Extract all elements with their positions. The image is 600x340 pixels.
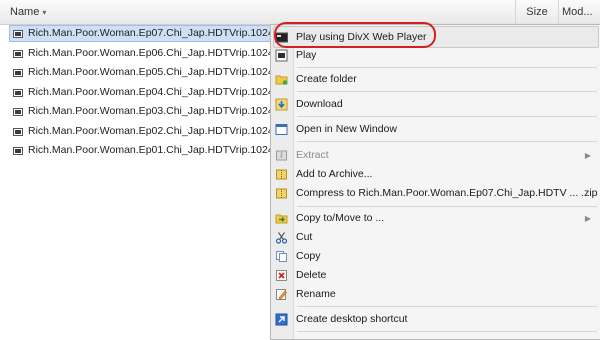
menu-separator xyxy=(297,331,597,332)
menu-item-label: Add to Archive... xyxy=(296,168,373,180)
menu-item-copy-move-to[interactable]: Copy to/Move to ... ▶ xyxy=(271,209,600,228)
new-window-icon xyxy=(275,124,288,135)
menu-item-label: Create desktop shortcut xyxy=(296,313,408,325)
menu-item-open-new-window[interactable]: Open in New Window xyxy=(271,120,600,139)
menu-separator xyxy=(297,206,597,207)
column-name-label: Name xyxy=(10,6,40,18)
menu-item-label: Delete xyxy=(296,269,327,281)
extract-archive-icon xyxy=(276,150,287,161)
submenu-arrow-icon: ▶ xyxy=(584,214,591,223)
shortcut-arrow-icon xyxy=(275,313,288,326)
menu-item-create-folder[interactable]: Create folder xyxy=(271,70,600,89)
column-modified-header[interactable]: Mod... xyxy=(558,0,600,24)
video-file-icon xyxy=(13,127,23,136)
menu-item-create-desktop-shortcut[interactable]: Create desktop shortcut xyxy=(271,310,600,329)
menu-separator xyxy=(297,91,597,92)
video-file-icon xyxy=(13,88,23,97)
file-name: Rich.Man.Poor.Woman.Ep02.Chi_Jap.HDTVrip… xyxy=(28,124,281,137)
video-file-icon xyxy=(13,147,23,155)
menu-separator xyxy=(297,141,597,142)
menu-item-label: Cut xyxy=(296,231,313,243)
menu-item-label: Copy to/Move to ... xyxy=(296,212,385,224)
menu-item-rename[interactable]: Rename xyxy=(271,285,600,304)
menu-item-compress-to[interactable]: Compress to Rich.Man.Poor.Woman.Ep07.Chi… xyxy=(271,184,600,203)
menu-item-label: Copy xyxy=(296,250,321,262)
menu-item-label: Create folder xyxy=(296,73,357,85)
menu-item-label: Compress to Rich.Man.Poor.Woman.Ep07.Chi… xyxy=(296,187,598,199)
menu-item-label: Rename xyxy=(296,288,336,300)
video-file-icon xyxy=(13,30,23,38)
menu-item-extract[interactable]: Extract ▶ xyxy=(271,146,600,165)
menu-item-label: Open in New Window xyxy=(296,123,397,135)
menu-separator xyxy=(297,116,597,117)
video-file-icon xyxy=(13,49,23,58)
file-name: Rich.Man.Poor.Woman.Ep01.Chi_Jap.HDTVrip… xyxy=(28,144,281,156)
file-name: Rich.Man.Poor.Woman.Ep04.Chi_Jap.HDTVrip… xyxy=(28,85,281,98)
column-name-header[interactable]: Name ▾ xyxy=(0,0,516,24)
menu-item-play[interactable]: Play xyxy=(271,46,600,65)
menu-separator xyxy=(297,67,597,68)
context-menu: Play using DivX Web Player Play Create f… xyxy=(270,24,600,340)
highlight-annotation-oval xyxy=(274,22,436,48)
column-size-header[interactable]: Size xyxy=(516,0,559,24)
archive-add-icon xyxy=(276,169,287,180)
copy-move-icon xyxy=(275,214,288,224)
menu-item-label: Play xyxy=(296,49,317,61)
copy-icon xyxy=(276,251,287,262)
video-file-icon xyxy=(13,69,23,77)
video-file-icon xyxy=(13,108,23,116)
submenu-arrow-icon: ▶ xyxy=(584,151,591,160)
menu-item-delete[interactable]: Delete xyxy=(271,266,600,285)
zip-archive-icon xyxy=(276,188,287,199)
menu-item-copy[interactable]: Copy xyxy=(271,247,600,266)
download-icon xyxy=(275,98,288,111)
menu-item-download[interactable]: Download xyxy=(271,95,600,114)
file-name: Rich.Man.Poor.Woman.Ep06.Chi_Jap.HDTVrip… xyxy=(28,46,281,59)
menu-item-add-to-archive[interactable]: Add to Archive... xyxy=(271,165,600,184)
menu-separator xyxy=(297,306,597,307)
file-name: Rich.Man.Poor.Woman.Ep07.Chi_Jap.HDTVrip… xyxy=(28,27,281,39)
play-media-icon xyxy=(275,49,288,62)
new-folder-icon xyxy=(275,75,288,85)
menu-item-label: Download xyxy=(296,98,343,110)
menu-item-label: Extract xyxy=(296,149,329,161)
menu-item-cut[interactable]: Cut xyxy=(271,228,600,247)
delete-icon xyxy=(276,270,287,281)
scissors-icon xyxy=(275,232,288,244)
rename-icon xyxy=(276,289,287,300)
file-name: Rich.Man.Poor.Woman.Ep03.Chi_Jap.HDTVrip… xyxy=(28,105,281,117)
file-name: Rich.Man.Poor.Woman.Ep05.Chi_Jap.HDTVrip… xyxy=(28,66,281,78)
sort-down-icon: ▾ xyxy=(42,8,47,17)
